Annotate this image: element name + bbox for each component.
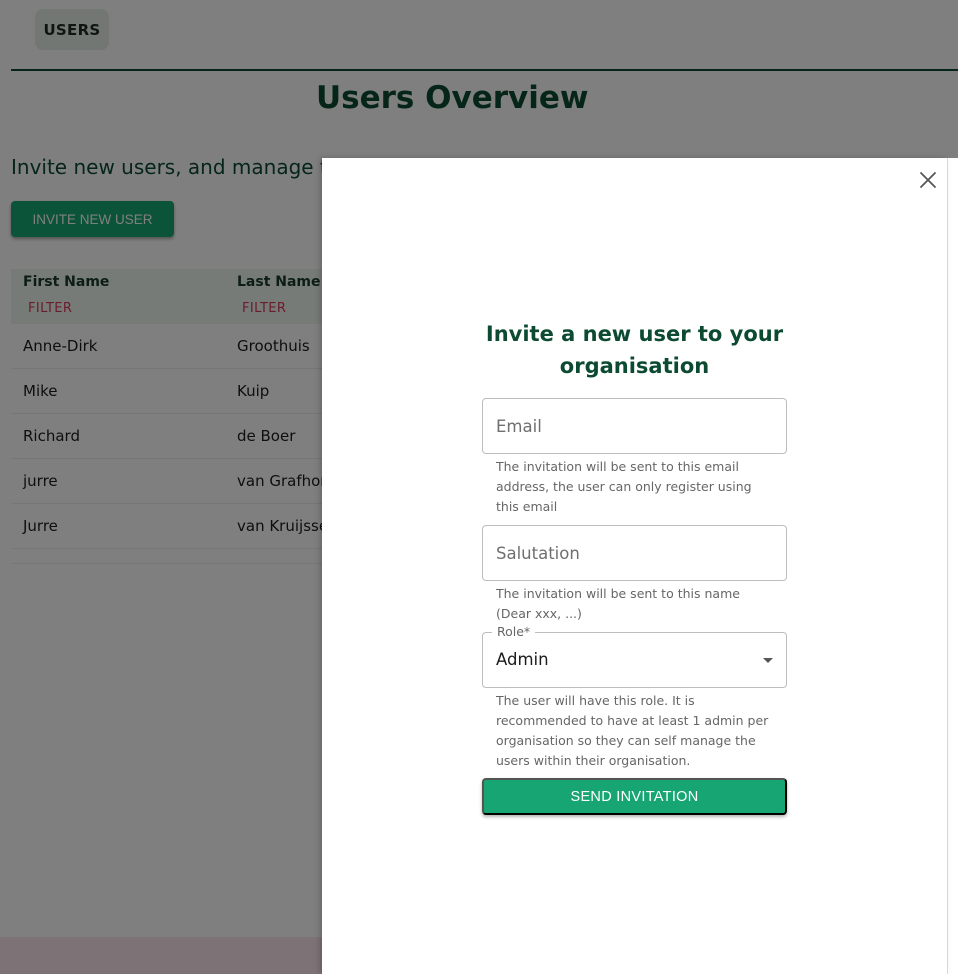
email-field[interactable]	[482, 398, 787, 454]
send-invitation-button[interactable]: SEND INVITATION	[482, 778, 787, 815]
salutation-field[interactable]	[482, 525, 787, 581]
invite-user-drawer: Invite a new user to your organisation T…	[322, 158, 947, 974]
close-icon	[920, 172, 936, 188]
email-input[interactable]	[483, 399, 786, 453]
caret-down-icon	[763, 658, 773, 663]
role-value: Admin	[496, 650, 549, 669]
role-helper-text: The user will have this role. It is reco…	[496, 693, 769, 768]
salutation-helper-text: The invitation will be sent to this name…	[496, 586, 740, 621]
drawer-scroll-edge	[947, 158, 958, 974]
close-button[interactable]	[916, 168, 940, 192]
role-label: Role*	[492, 624, 536, 640]
drawer-title: Invite a new user to your organisation	[485, 322, 784, 378]
email-helper-text: The invitation will be sent to this emai…	[496, 459, 752, 514]
salutation-input[interactable]	[483, 526, 786, 580]
role-select[interactable]: Role* Admin	[482, 624, 787, 688]
